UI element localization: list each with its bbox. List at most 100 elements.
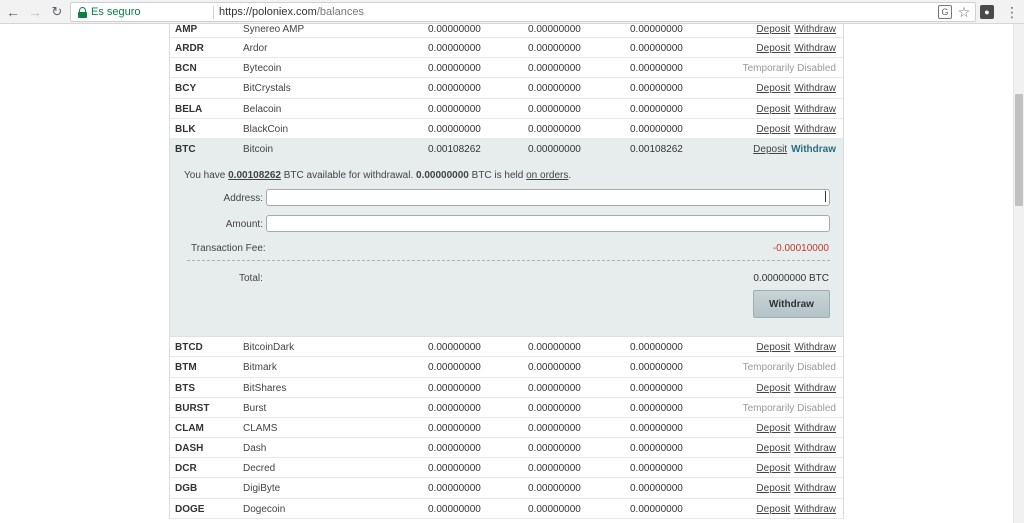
table-row[interactable]: DOGE Dogecoin 0.00000000 0.00000000 0.000000… xyxy=(170,498,843,519)
withdraw-link[interactable]: Withdraw xyxy=(794,83,836,94)
on-orders-value: 0.00000000 xyxy=(528,63,581,75)
deposit-link[interactable]: Deposit xyxy=(753,144,787,155)
table-row[interactable]: CLAM CLAMS 0.00000000 0.00000000 0.00000000 D… xyxy=(170,417,843,439)
deposit-link[interactable]: Deposit xyxy=(756,463,790,474)
table-row[interactable]: AMP Synereo AMP 0.00000000 0.00000000 0.0000… xyxy=(170,24,843,38)
btc-value: 0.00000000 xyxy=(630,422,683,434)
avail-prefix: You have xyxy=(184,170,226,182)
currency-code: BELA xyxy=(175,103,203,115)
withdraw-link[interactable]: Withdraw xyxy=(794,483,836,494)
currency-name: Synereo AMP xyxy=(243,24,305,35)
btc-value: 0.00000000 xyxy=(630,483,683,495)
withdraw-link[interactable]: Withdraw xyxy=(794,423,836,434)
withdraw-link[interactable]: Withdraw xyxy=(794,504,836,515)
page-scrollbar[interactable] xyxy=(1013,24,1024,523)
deposit-link[interactable]: Deposit xyxy=(756,104,790,115)
table-row[interactable]: DASH Dash 0.00000000 0.00000000 0.00000000 De… xyxy=(170,438,843,459)
on-orders-value: 0.00000000 xyxy=(528,483,581,495)
currency-code: AMP xyxy=(175,24,198,35)
withdraw-button[interactable]: Withdraw xyxy=(753,290,830,319)
table-row[interactable]: BTS BitShares 0.00000000 0.00000000 0.000000… xyxy=(170,377,843,398)
table-row[interactable]: BELA Belacoin 0.00000000 0.00000000 0.000000… xyxy=(170,98,843,119)
deposit-link[interactable]: Deposit xyxy=(756,43,790,54)
reload-icon[interactable]: ↻ xyxy=(48,3,66,21)
table-row[interactable]: BTM Bitmark 0.00000000 0.00000000 0.00000000… xyxy=(170,357,843,378)
btc-value: 0.00000000 xyxy=(630,503,683,515)
extension-icon[interactable]: ● xyxy=(980,5,994,19)
row-actions: Deposit Withdraw xyxy=(756,342,836,353)
currency-name: BitShares xyxy=(243,382,287,394)
deposit-link[interactable]: Deposit xyxy=(756,124,790,135)
deposit-link[interactable]: Deposit xyxy=(756,83,790,94)
translate-icon[interactable]: G xyxy=(938,5,952,19)
balance-value: 0.00000000 xyxy=(428,402,481,414)
transaction-fee-value: -0.00010000 xyxy=(772,243,829,255)
total-value: 0.00000000 BTC xyxy=(753,273,829,285)
btc-value: 0.00000000 xyxy=(630,123,683,135)
deposit-link[interactable]: Deposit xyxy=(756,483,790,494)
currency-name: Bytecoin xyxy=(243,63,282,75)
url-host: https://poloniex.com xyxy=(219,6,317,18)
menu-dots-icon[interactable]: ⋮ xyxy=(1004,4,1020,20)
bookmark-star-icon[interactable]: ☆ xyxy=(956,4,972,20)
on-orders-value: 0.00000000 xyxy=(528,143,581,155)
url-text[interactable]: https://poloniex.com/balances xyxy=(219,6,364,18)
withdraw-link[interactable]: Withdraw xyxy=(794,104,836,115)
row-actions: Deposit Withdraw xyxy=(756,483,836,494)
address-bar[interactable]: Es seguro https://poloniex.com/balances xyxy=(70,2,976,22)
status-disabled-text: Temporarily Disabled xyxy=(742,362,836,374)
table-row[interactable]: BCY BitCrystals 0.00000000 0.00000000 0.0000… xyxy=(170,78,843,99)
table-row[interactable]: ARDR Ardor 0.00000000 0.00000000 0.00000000 D… xyxy=(170,38,843,59)
withdraw-link[interactable]: Withdraw xyxy=(794,342,836,353)
row-actions: Deposit Withdraw xyxy=(756,43,836,54)
currency-code: ARDR xyxy=(175,43,204,54)
table-row[interactable]: BURST Burst 0.00000000 0.00000000 0.00000000… xyxy=(170,397,843,418)
table-row-selected[interactable]: BTC Bitcoin 0.00108262 0.00000000 0.0010… xyxy=(170,138,843,160)
withdraw-link[interactable]: Withdraw xyxy=(794,443,836,454)
table-row[interactable]: BTCD BitcoinDark 0.00000000 0.00000000 0.000… xyxy=(170,337,843,358)
back-arrow-icon[interactable]: ← xyxy=(4,3,22,21)
table-row[interactable]: DGB DigiByte 0.00000000 0.00000000 0.0000000… xyxy=(170,478,843,499)
btc-value: 0.00000000 xyxy=(630,24,683,35)
row-actions: Deposit Withdraw xyxy=(756,423,836,434)
on-orders-link[interactable]: on orders xyxy=(526,170,568,181)
table-row[interactable]: DCR Decred 0.00000000 0.00000000 0.00000000 D… xyxy=(170,458,843,479)
currency-name: Ardor xyxy=(243,43,268,54)
table-row[interactable]: BLK BlackCoin 0.00000000 0.00000000 0.000000… xyxy=(170,118,843,139)
deposit-link[interactable]: Deposit xyxy=(756,342,790,353)
row-actions: Temporarily Disabled xyxy=(743,63,836,74)
balance-value: 0.00000000 xyxy=(428,503,481,515)
row-actions: Deposit Withdraw xyxy=(756,104,836,115)
address-input[interactable] xyxy=(266,189,830,207)
row-actions: Deposit Withdraw xyxy=(756,443,836,454)
deposit-link[interactable]: Deposit xyxy=(756,504,790,515)
deposit-link[interactable]: Deposit xyxy=(756,24,790,35)
url-separator xyxy=(213,6,214,19)
address-label: Address: xyxy=(223,193,263,205)
amount-input[interactable] xyxy=(266,215,830,233)
deposit-link[interactable]: Deposit xyxy=(756,443,790,454)
currency-code: DASH xyxy=(175,443,204,455)
withdraw-link[interactable]: Withdraw xyxy=(794,24,836,35)
withdraw-link[interactable]: Withdraw xyxy=(794,43,836,54)
lock-icon xyxy=(78,7,87,18)
forward-arrow-icon[interactable]: → xyxy=(26,3,44,21)
on-orders-value: 0.00000000 xyxy=(528,503,581,515)
on-orders-value: 0.00000000 xyxy=(528,123,581,135)
deposit-link[interactable]: Deposit xyxy=(756,423,790,434)
withdraw-link[interactable]: Withdraw xyxy=(794,383,836,394)
btc-value: 0.00000000 xyxy=(630,402,683,414)
row-actions: Deposit Withdraw xyxy=(753,144,836,155)
currency-code: BTM xyxy=(175,362,197,374)
status-disabled-text: Temporarily Disabled xyxy=(742,63,836,75)
url-path: /balances xyxy=(316,6,364,18)
secure-label: Es seguro xyxy=(91,6,141,18)
btc-value: 0.00000000 xyxy=(630,83,683,95)
scrollbar-thumb[interactable] xyxy=(1015,94,1023,206)
available-amount: 0.00108262 xyxy=(228,170,281,182)
withdraw-link[interactable]: Withdraw xyxy=(794,124,836,135)
deposit-link[interactable]: Deposit xyxy=(756,383,790,394)
table-row[interactable]: BCN Bytecoin 0.00000000 0.00000000 0.0000000… xyxy=(170,58,843,79)
withdraw-link[interactable]: Withdraw xyxy=(794,463,836,474)
withdraw-link[interactable]: Withdraw xyxy=(791,144,836,155)
